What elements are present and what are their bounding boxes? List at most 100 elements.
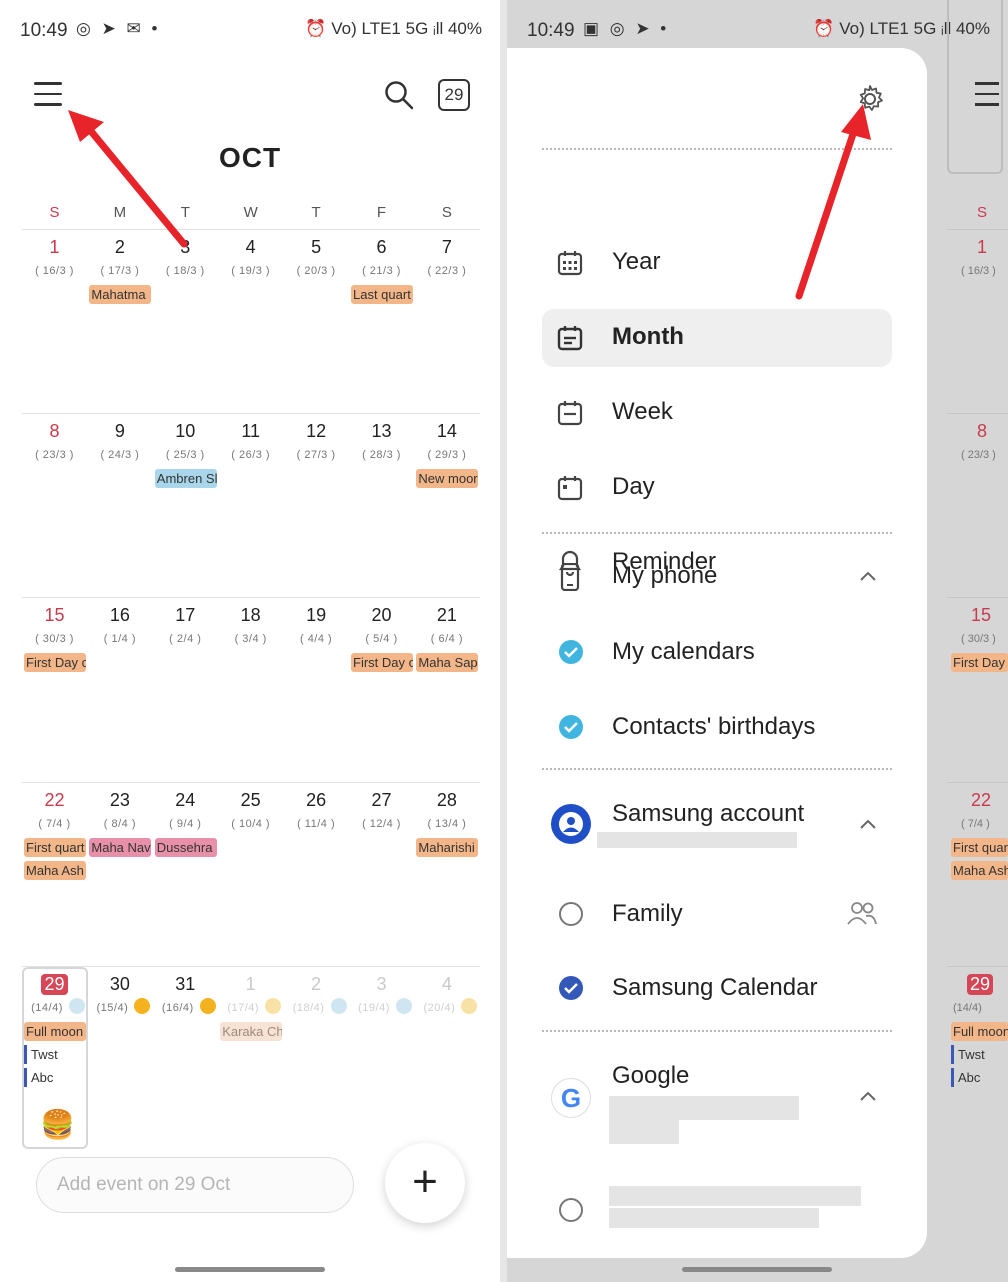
calendar-drawer-screen: 10:49 ▣ ◎ ➤ • ⏰ Vo) LTE1 5G ᵢll 40% S 1(… (507, 0, 1008, 1282)
event-chip[interactable]: Maha Nav (89, 838, 152, 857)
day-cell[interactable]: 16 ( 1/4 ) (87, 597, 152, 781)
checkbox-checked-icon[interactable] (559, 715, 583, 739)
day-cell[interactable]: 17 ( 2/4 ) (153, 597, 218, 781)
chevron-up-icon[interactable] (859, 816, 877, 834)
today-highlight (947, 0, 1003, 174)
day-cell[interactable]: 30 (15/4) (87, 966, 152, 1150)
event-chip[interactable]: Mahatma (89, 285, 152, 304)
lunar-date: ( 21/3 ) (362, 265, 401, 277)
event-chip[interactable]: Maha Sap (416, 653, 479, 672)
view-label: Day (612, 473, 655, 500)
add-event-button[interactable]: + (385, 1143, 465, 1223)
lunar-date: (18/4) (292, 1002, 325, 1014)
event-chip: Full moon (951, 1022, 1008, 1041)
day-cell[interactable]: 14 ( 29/3 ) New moor (414, 413, 479, 597)
day-number: 12 (306, 421, 327, 441)
my-phone-group[interactable]: My phone (542, 548, 892, 606)
day-number: 27 (371, 790, 392, 810)
day-cell[interactable]: 10 ( 25/3 ) Ambren Sl (153, 413, 218, 597)
day-cell[interactable]: 25 ( 10/4 ) (218, 782, 283, 966)
day-cell[interactable]: 19 ( 4/4 ) (284, 597, 349, 781)
day-cell[interactable]: 1 (17/4) Karaka Ch (218, 966, 283, 1150)
day-cell[interactable]: 28 ( 13/4 ) Maharishi (414, 782, 479, 966)
weather-sun-icon (134, 998, 151, 1014)
day-number: 25 (240, 790, 261, 810)
lunar-date: ( 25/3 ) (165, 449, 205, 461)
day-cell[interactable]: 26 ( 11/4 ) (284, 782, 349, 966)
lunar-date: ( 27/3 ) (296, 449, 336, 461)
day-cell[interactable]: 23 ( 8/4 ) Maha Nav (87, 782, 152, 966)
day-cell[interactable]: 15 ( 30/3 ) First Day o (22, 597, 87, 781)
blurred-email (609, 1120, 679, 1144)
event-chip[interactable]: Last quart (351, 285, 413, 304)
day-cell[interactable]: 22 ( 7/4 ) First quart Maha Ash (22, 782, 87, 966)
add-event-input[interactable]: Add event on 29 Oct (36, 1157, 354, 1213)
checkbox-unchecked-icon[interactable] (559, 1198, 583, 1222)
annotation-arrow (795, 104, 871, 300)
day-cell[interactable]: 8 ( 23/3 ) (22, 413, 87, 597)
lunar-date: (16/4) (161, 1002, 194, 1014)
task-item: Abc (951, 1068, 1008, 1087)
event-chip[interactable]: First Day o (351, 653, 413, 672)
day-number: 4 (441, 974, 452, 994)
phone-icon (560, 563, 580, 591)
lunar-date: ( 20/3 ) (296, 265, 336, 277)
view-item-week[interactable]: Week (542, 384, 892, 442)
lunar-date: ( 19/3 ) (231, 265, 271, 277)
samsung-calendar-label[interactable]: Samsung Calendar (612, 974, 817, 1002)
day-cell[interactable]: 31 (16/4) (153, 966, 218, 1150)
lunar-date: (14/4) (953, 1002, 982, 1014)
lunar-date: ( 11/4 ) (297, 818, 336, 830)
day-number: 3 (376, 974, 387, 994)
view-item-day[interactable]: Day (542, 459, 892, 517)
lunar-date: ( 26/3 ) (231, 449, 271, 461)
checkbox-checked-icon[interactable] (559, 976, 583, 1000)
day-cell[interactable]: 3 (19/4) (349, 966, 414, 1150)
calendar-week-icon (557, 401, 583, 426)
lunar-date: ( 30/3 ) (961, 633, 996, 645)
day-number: 11 (241, 421, 261, 441)
view-item-month[interactable]: Month (542, 309, 892, 367)
samsung-account-label[interactable]: Samsung account (612, 800, 804, 828)
contacts-birthdays-label[interactable]: Contacts' birthdays (612, 713, 815, 741)
event-chip[interactable]: Maha Ash (24, 861, 86, 880)
blurred-email (597, 832, 797, 848)
lunar-date: ( 17/3 ) (100, 265, 140, 277)
event-chip[interactable]: Ambren Sl (154, 469, 217, 488)
day-cell[interactable]: 12 ( 27/3 ) (284, 413, 349, 597)
week-divider (947, 229, 1008, 230)
day-cell[interactable]: 18 ( 3/4 ) (218, 597, 283, 781)
event-chip[interactable]: Karaka Ch (220, 1022, 283, 1041)
separator (542, 768, 892, 770)
day-cell[interactable]: 11 ( 26/3 ) (218, 413, 283, 597)
day-cell[interactable]: 20 ( 5/4 ) First Day o (349, 597, 414, 781)
day-cell[interactable]: 9 ( 24/3 ) (87, 413, 152, 597)
day-cell[interactable]: 13 ( 28/3 ) (349, 413, 414, 597)
event-chip[interactable]: First Day o (24, 653, 86, 672)
day-cell[interactable]: 27 ( 12/4 ) (349, 782, 414, 966)
family-label[interactable]: Family (612, 900, 683, 928)
day-number: 20 (371, 605, 392, 625)
google-label[interactable]: Google (612, 1062, 689, 1090)
day-cell[interactable]: 4 (20/4) (414, 966, 479, 1150)
chevron-up-icon[interactable] (859, 568, 877, 586)
day-cell[interactable]: 2 (18/4) (284, 966, 349, 1150)
lunar-date: ( 12/4 ) (362, 818, 401, 830)
home-indicator (682, 1267, 832, 1272)
event-chip[interactable]: Dussehra (154, 838, 217, 857)
lunar-date: ( 13/4 ) (427, 818, 467, 830)
day-cell[interactable]: 21 ( 6/4 ) Maha Sap (414, 597, 479, 781)
checkbox-checked-icon[interactable] (559, 640, 583, 664)
day-cell[interactable]: 24 ( 9/4 ) Dussehra (153, 782, 218, 966)
event-chip[interactable]: New moor (416, 469, 479, 488)
lunar-date: ( 9/4 ) (169, 818, 202, 830)
event-chip[interactable]: First quart (24, 838, 86, 857)
day-number: 16 (109, 605, 130, 625)
blurred-calendar-name (609, 1208, 819, 1228)
day-number: 21 (436, 605, 457, 625)
day-number: 18 (240, 605, 261, 625)
event-chip[interactable]: Maharishi (416, 838, 479, 857)
chevron-up-icon[interactable] (859, 1088, 877, 1106)
my-calendars-label[interactable]: My calendars (612, 638, 755, 666)
checkbox-unchecked-icon[interactable] (559, 902, 583, 926)
